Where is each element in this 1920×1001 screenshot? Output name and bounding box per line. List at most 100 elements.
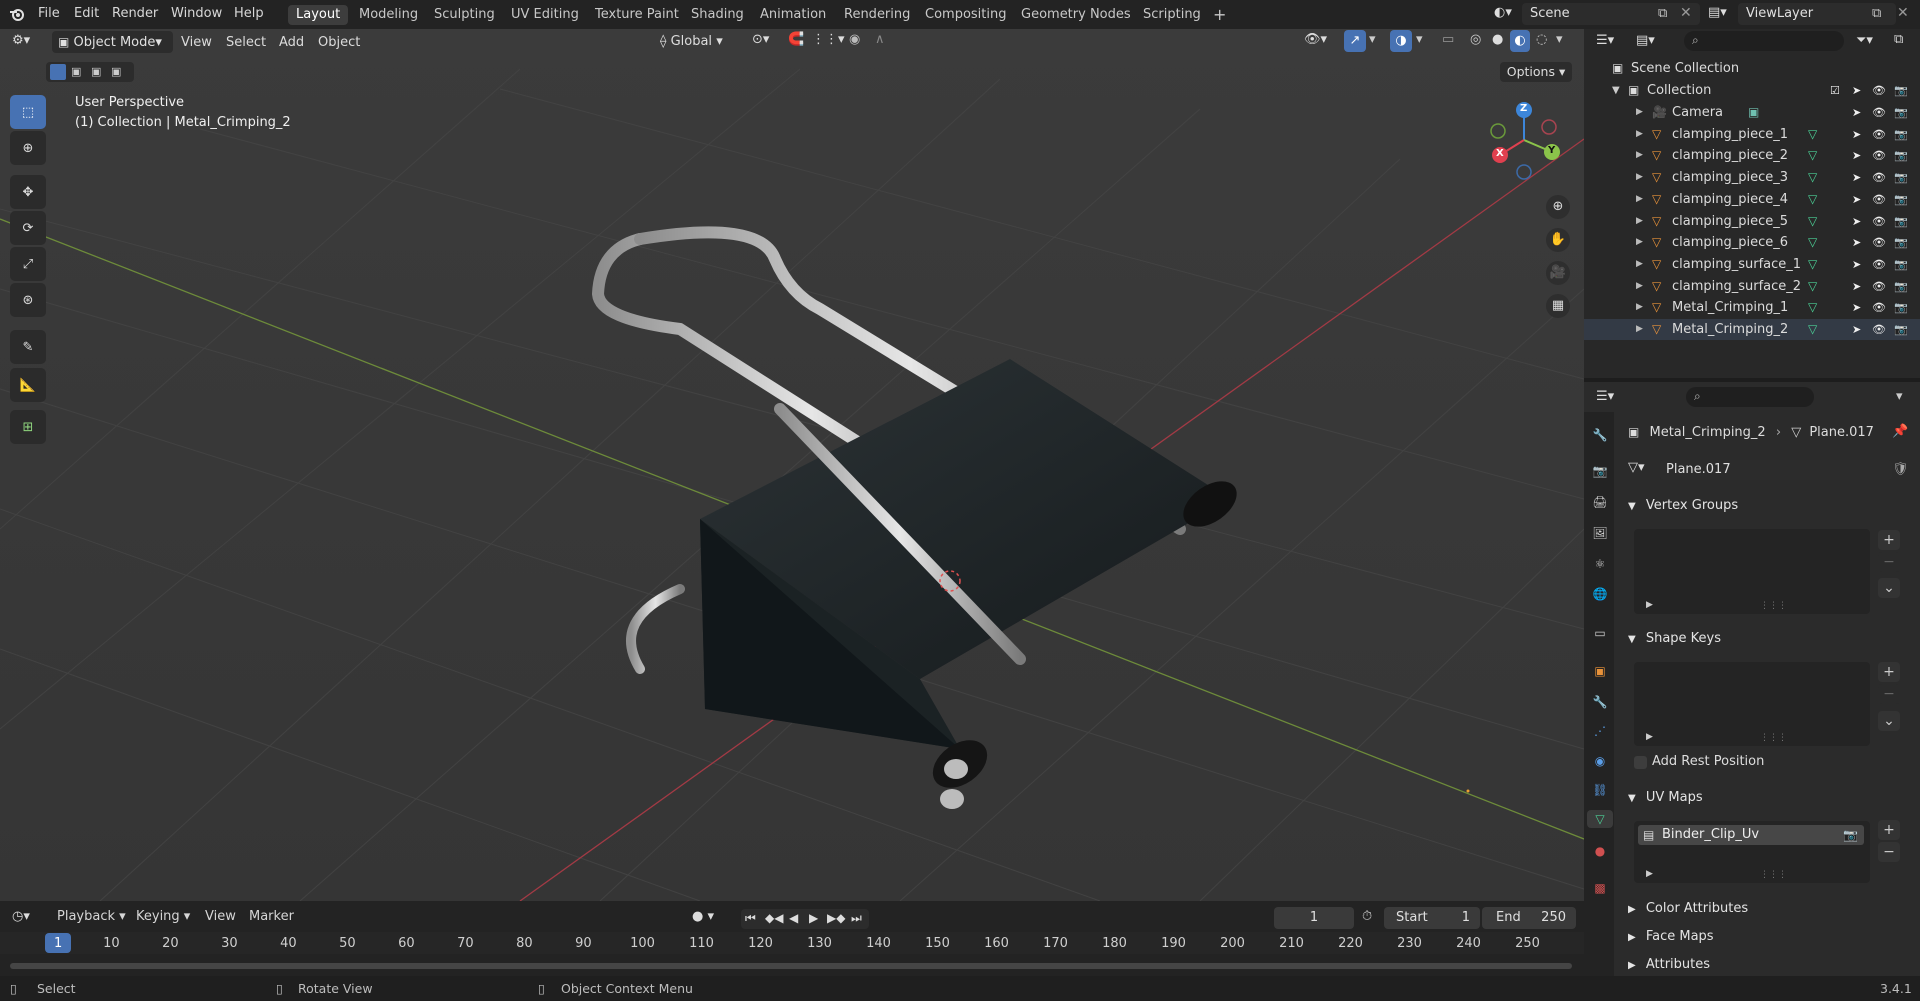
properties-search-field[interactable]: ⌕ <box>1686 387 1814 407</box>
vertex-groups-panel-header[interactable]: ▼ Vertex Groups <box>1628 494 1908 518</box>
list-expand-icon[interactable]: ▶ <box>1646 600 1653 610</box>
tab-compositing[interactable]: Compositing <box>917 5 1015 25</box>
outliner-item[interactable]: ▶ ▽ clamping_piece_4 ▽ ➤ 👁 📷 <box>1584 189 1920 210</box>
expand-arrow-icon[interactable]: ▶ <box>1636 189 1643 210</box>
selectable-icon[interactable]: ➤ <box>1852 297 1861 318</box>
annotate-tool-button[interactable]: ✎ <box>10 330 46 364</box>
list-expand-icon[interactable]: ▶ <box>1646 869 1653 879</box>
color-attributes-panel-header[interactable]: ▶ Color Attributes <box>1628 897 1908 921</box>
outliner-scene-collection[interactable]: ▣ Scene Collection <box>1584 58 1920 79</box>
new-collection-icon[interactable]: ⧉ <box>1894 32 1903 47</box>
select-mode-buttons[interactable]: ▣ ▣ ▣ <box>46 62 134 82</box>
select-box-tool-button[interactable]: ⬚ <box>10 95 46 129</box>
tab-modeling[interactable]: Modeling <box>351 5 426 25</box>
current-frame-field[interactable]: 1 <box>1274 907 1354 929</box>
outliner-item[interactable]: ▶ ▽ clamping_piece_1 ▽ ➤ 👁 📷 <box>1584 124 1920 145</box>
mesh-name-field[interactable]: Plane.017 <box>1660 460 1892 480</box>
shape-key-specials-button[interactable]: ⌄ <box>1878 711 1900 731</box>
expand-arrow-icon[interactable]: ▶ <box>1636 319 1643 340</box>
scene-tab-icon[interactable]: ⚛ <box>1591 555 1609 573</box>
output-tab-icon[interactable]: 🖨 <box>1591 493 1609 511</box>
rotate-tool-button[interactable]: ⟳ <box>10 211 46 245</box>
expand-arrow-icon[interactable]: ▶ <box>1636 102 1643 123</box>
face-maps-panel-header[interactable]: ▶ Face Maps <box>1628 925 1908 949</box>
visibility-eye-icon[interactable]: 👁 <box>1872 102 1886 123</box>
outliner-display-mode-icon[interactable]: ▤▾ <box>1636 33 1655 48</box>
collection-tab-icon[interactable]: ▭ <box>1591 624 1609 642</box>
viewport-menu-object[interactable]: Object <box>318 33 360 53</box>
visibility-eye-icon[interactable]: 👁 <box>1872 211 1886 232</box>
options-dropdown[interactable]: Options ▾ <box>1500 62 1572 82</box>
falloff-icon[interactable]: ∧ <box>875 32 885 47</box>
expand-arrow-icon[interactable]: ▶ <box>1636 145 1643 166</box>
outliner-item[interactable]: ▶ ▽ clamping_surface_2 ▽ ➤ 👁 📷 <box>1584 276 1920 297</box>
tab-shading[interactable]: Shading <box>683 5 752 25</box>
outliner-collection[interactable]: ▼ ▣ Collection ☑ ➤ 👁 📷 <box>1584 80 1920 101</box>
jump-keyframe-forward-icon[interactable]: ▶◆ <box>827 911 845 925</box>
list-resize-handle-icon[interactable]: ⋮⋮⋮ <box>1760 870 1787 880</box>
object-tab-icon[interactable]: ▣ <box>1591 662 1609 680</box>
visibility-eye-icon[interactable]: 👁 <box>1872 276 1886 297</box>
outliner-item[interactable]: ▶ ▽ clamping_piece_6 ▽ ➤ 👁 📷 <box>1584 232 1920 253</box>
jump-end-icon[interactable]: ⏭ <box>851 911 862 926</box>
visibility-eye-icon[interactable]: 👁 <box>1872 80 1886 101</box>
render-camera-icon[interactable]: 📷 <box>1894 124 1908 145</box>
physics-tab-icon[interactable]: ◉ <box>1591 752 1609 770</box>
add-vertex-group-button[interactable]: + <box>1878 530 1900 550</box>
overlay-toggle-icon[interactable]: ◑ <box>1390 30 1412 52</box>
texture-tab-icon[interactable]: ▩ <box>1591 879 1609 897</box>
zoom-icon[interactable]: ⊕ <box>1546 195 1570 219</box>
menu-edit[interactable]: Edit <box>74 6 99 21</box>
cursor-tool-button[interactable]: ⊕ <box>10 131 46 165</box>
menu-file[interactable]: File <box>38 6 60 21</box>
menu-render[interactable]: Render <box>112 6 158 21</box>
add-workspace-button[interactable]: + <box>1205 5 1234 25</box>
selectable-icon[interactable]: ➤ <box>1852 167 1861 188</box>
selectable-icon[interactable]: ➤ <box>1852 145 1861 166</box>
tab-texture-paint[interactable]: Texture Paint <box>587 5 687 25</box>
expand-arrow-icon[interactable]: ▶ <box>1636 254 1643 275</box>
blender-logo-icon[interactable] <box>9 6 25 22</box>
add-uv-map-button[interactable]: + <box>1878 820 1900 840</box>
exclude-checkbox-icon[interactable]: ☑ <box>1830 80 1840 101</box>
render-camera-icon[interactable]: 📷 <box>1894 80 1908 101</box>
render-camera-icon[interactable]: 📷 <box>1894 276 1908 297</box>
timeline-menu-keying[interactable]: Keying ▾ <box>136 909 190 924</box>
visibility-eye-icon[interactable]: 👁 <box>1872 297 1886 318</box>
world-tab-icon[interactable]: 🌐 <box>1591 585 1609 603</box>
add-cube-tool-button[interactable]: ⊞ <box>10 410 46 444</box>
render-camera-icon[interactable]: 📷 <box>1894 319 1908 340</box>
jump-start-icon[interactable]: ⏮ <box>745 911 756 926</box>
selectable-icon[interactable]: ➤ <box>1852 211 1861 232</box>
tab-animation[interactable]: Animation <box>752 5 834 25</box>
uv-map-item[interactable]: ▤ Binder_Clip_Uv 📷 <box>1638 825 1864 845</box>
selectable-icon[interactable]: ➤ <box>1852 319 1861 340</box>
fake-user-shield-icon[interactable]: 🛡 <box>1892 462 1909 477</box>
scene-selector-icon[interactable]: ◐▾ <box>1494 5 1520 25</box>
expand-arrow-icon[interactable]: ▶ <box>1636 297 1643 318</box>
add-shape-key-button[interactable]: + <box>1878 662 1900 682</box>
outliner-item[interactable]: ▶ 🎥 Camera ▣ ➤ 👁 📷 <box>1584 102 1920 123</box>
gizmo-toggle-icon[interactable]: ↗ <box>1344 30 1366 52</box>
selectable-icon[interactable]: ➤ <box>1852 276 1861 297</box>
play-reverse-icon[interactable]: ◀ <box>789 911 798 925</box>
viewport-menu-view[interactable]: View <box>181 33 212 53</box>
end-frame-field[interactable]: End 250 <box>1482 907 1576 929</box>
navigation-gizmo[interactable]: Z Y X <box>1484 100 1564 180</box>
mesh-data-tab-icon[interactable]: ▽ <box>1587 810 1613 828</box>
delete-view-layer-icon[interactable]: ✕ <box>1897 5 1909 21</box>
delete-scene-icon[interactable]: ✕ <box>1680 5 1692 21</box>
selectable-icon[interactable]: ➤ <box>1852 80 1861 101</box>
move-tool-button[interactable]: ✥ <box>10 175 46 209</box>
play-icon[interactable]: ▶ <box>809 911 818 925</box>
uv-maps-list[interactable]: ▤ Binder_Clip_Uv 📷 ▶ ⋮⋮⋮ <box>1634 821 1870 883</box>
perspective-toggle-icon[interactable]: ▦ <box>1546 294 1570 318</box>
visibility-eye-icon[interactable]: 👁 <box>1872 124 1886 145</box>
overlay-dropdown-icon[interactable]: ▾ <box>1416 32 1423 47</box>
expand-arrow-icon[interactable]: ▶ <box>1636 167 1643 188</box>
render-camera-icon[interactable]: 📷 <box>1894 254 1908 275</box>
start-frame-field[interactable]: Start 1 <box>1384 907 1480 929</box>
expand-arrow-icon[interactable]: ▶ <box>1636 276 1643 297</box>
tab-scripting[interactable]: Scripting <box>1135 5 1209 25</box>
render-camera-icon[interactable]: 📷 <box>1894 232 1908 253</box>
